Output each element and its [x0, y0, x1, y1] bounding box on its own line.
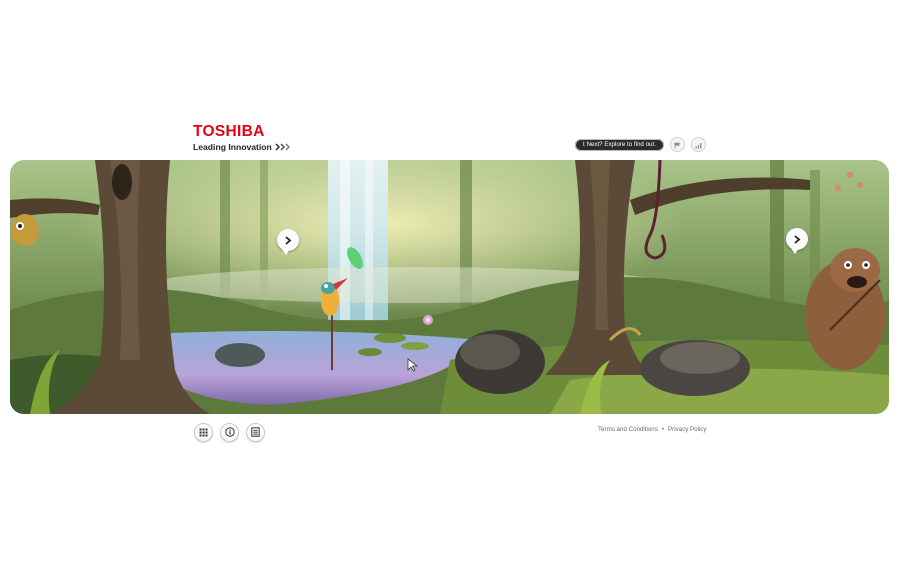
menu-grid-button[interactable] [194, 423, 213, 442]
forest-scene[interactable] [10, 160, 889, 414]
info-icon [224, 424, 235, 442]
chevron-right-icon [284, 235, 292, 245]
scene-right-arrow-button[interactable] [786, 228, 808, 254]
flag-button[interactable] [669, 136, 685, 154]
privacy-link[interactable]: Privacy Policy [668, 426, 707, 433]
terms-link[interactable]: Terms and Conditions [598, 426, 658, 433]
document-button[interactable] [246, 423, 265, 442]
tagline-text: Leading Innovation [193, 142, 272, 152]
brand-name: TOSHIBA [193, 123, 265, 140]
cursor-icon [407, 358, 419, 372]
signal-bars-icon [695, 136, 702, 154]
chevron-right-icon [793, 234, 801, 244]
quality-button[interactable] [690, 136, 706, 154]
top-controls: t Next? Explore to find out. [575, 137, 706, 152]
tagline: Leading Innovation [193, 142, 291, 152]
footer-separator: • [661, 426, 665, 433]
grid-icon [199, 424, 208, 442]
toshiba-logo[interactable]: TOSHIBA Leading Innovation [193, 124, 291, 152]
document-icon [251, 424, 260, 442]
explore-prompt[interactable]: t Next? Explore to find out. [575, 138, 664, 151]
info-button[interactable] [220, 423, 239, 442]
bottom-toolbar [194, 423, 265, 442]
footer-links: Terms and Conditions • Privacy Policy [598, 426, 707, 433]
scene-left-arrow-button[interactable] [277, 229, 299, 255]
chevrons-icon [275, 143, 291, 151]
flag-icon [674, 136, 681, 154]
